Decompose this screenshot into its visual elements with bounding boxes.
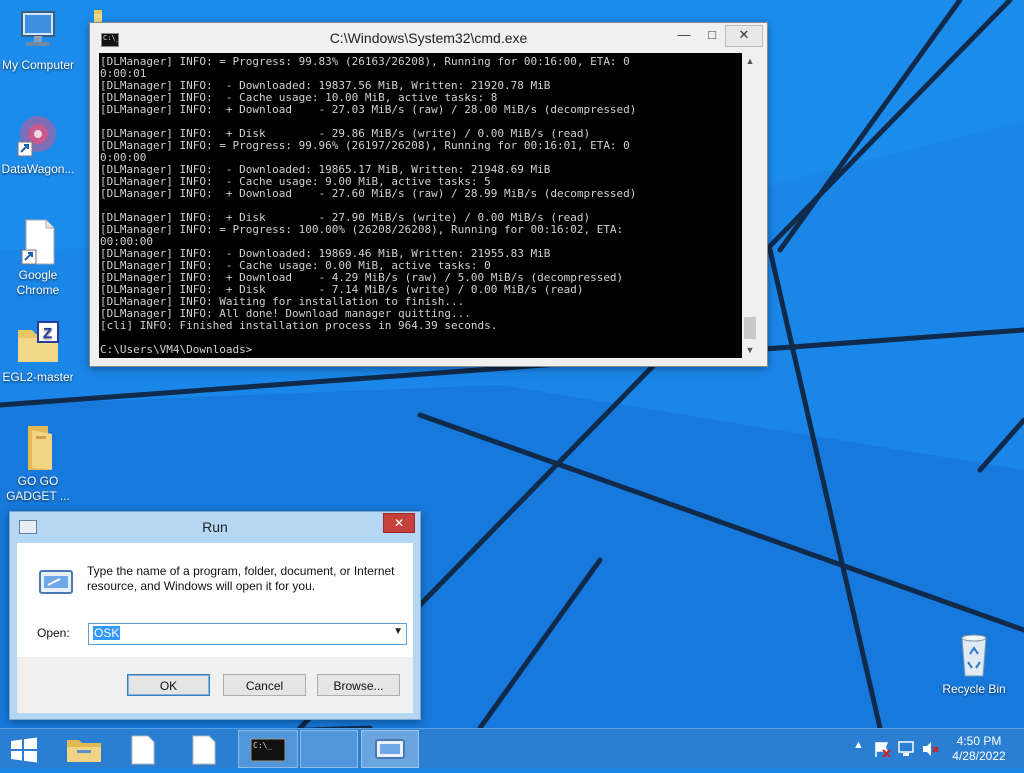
- cmd-title: C:\Windows\System32\cmd.exe: [329, 30, 528, 46]
- scroll-thumb[interactable]: [744, 317, 756, 339]
- cmd-window[interactable]: C:\_ C:\Windows\System32\cmd.exe — □ ✕ […: [89, 22, 768, 367]
- desktop-icon-go-go-gadget[interactable]: GO GO GADGET ...: [0, 424, 76, 504]
- scroll-down-icon[interactable]: ▼: [742, 342, 758, 358]
- windows-start-icon: [11, 737, 37, 763]
- svg-text:C:\_: C:\_: [253, 741, 272, 750]
- zip-folder-icon: Z: [14, 320, 62, 368]
- taskbar-cmd[interactable]: C:\_: [238, 730, 298, 768]
- document-icon: [131, 735, 155, 765]
- desktop: My Computer E DataWagon... Google Chrome: [0, 0, 1024, 728]
- maximize-button[interactable]: □: [699, 25, 725, 45]
- taskbar-blank-window[interactable]: [300, 730, 358, 768]
- run-app-icon: [39, 570, 73, 594]
- clock-time: 4:50 PM: [956, 734, 1002, 748]
- recycle-bin-icon: [950, 632, 998, 680]
- cancel-button[interactable]: Cancel: [223, 674, 306, 696]
- desktop-icon-egl2-master[interactable]: Z EGL2-master: [0, 320, 76, 385]
- console-line: [DLManager] INFO: = Progress: 99.96% (26…: [100, 139, 630, 152]
- desktop-icon-my-computer[interactable]: My Computer: [0, 8, 76, 73]
- cmd-titlebar[interactable]: C:\_ C:\Windows\System32\cmd.exe — □ ✕: [90, 23, 767, 53]
- console-line: [cli] INFO: Finished installation proces…: [100, 319, 498, 332]
- cmd-icon: C:\_: [250, 738, 286, 762]
- open-combobox[interactable]: OSK ▼: [88, 623, 407, 645]
- scroll-up-icon[interactable]: ▲: [742, 53, 758, 69]
- open-input-value[interactable]: OSK: [93, 626, 121, 640]
- clock-date: 4/28/2022: [952, 749, 1006, 763]
- console-line: [DLManager] INFO: = Progress: 100.00% (2…: [100, 223, 624, 236]
- console-line: [DLManager] INFO: + Download - 27.60 MiB…: [100, 187, 637, 200]
- taskbar-file-explorer[interactable]: [55, 730, 113, 768]
- console-output[interactable]: [DLManager] INFO: = Progress: 99.83% (26…: [99, 53, 742, 358]
- app-shortcut-icon: [14, 112, 62, 160]
- run-close-button[interactable]: ✕: [383, 513, 415, 533]
- tray-show-hidden-icon[interactable]: ▲: [853, 739, 864, 751]
- svg-text:Z: Z: [43, 325, 52, 342]
- run-footer: OK Cancel Browse...: [17, 657, 413, 713]
- run-body: Type the name of a program, folder, docu…: [17, 543, 413, 657]
- desktop-icon-google-chrome[interactable]: Google Chrome: [0, 218, 76, 298]
- network-icon[interactable]: [897, 739, 917, 759]
- taskbar-run[interactable]: [361, 730, 419, 768]
- console-text: [DLManager] INFO: = Progress: 99.83% (26…: [99, 53, 742, 356]
- desktop-icon-recycle-bin[interactable]: Recycle Bin: [936, 632, 1012, 697]
- blank-window-icon: [301, 731, 357, 767]
- taskbar-document-1[interactable]: [114, 730, 172, 768]
- console-line: C:\Users\VM4\Downloads>: [100, 343, 253, 356]
- computer-icon: [14, 8, 62, 56]
- run-description: Type the name of a program, folder, docu…: [87, 564, 395, 593]
- run-dialog[interactable]: Run ✕ Type the name of a program, folder…: [9, 511, 421, 720]
- ok-button[interactable]: OK: [127, 674, 210, 696]
- browse-button[interactable]: Browse...: [317, 674, 400, 696]
- console-line: [DLManager] INFO: + Download - 27.03 MiB…: [100, 103, 637, 116]
- taskbar-clock[interactable]: 4:50 PM 4/28/2022: [944, 734, 1014, 764]
- start-button[interactable]: [0, 730, 48, 768]
- document-icon: [192, 735, 216, 765]
- file-shortcut-icon: [14, 218, 62, 266]
- file-explorer-icon: [67, 740, 101, 762]
- desktop-icon-datawagon[interactable]: DataWagon...: [0, 112, 76, 177]
- run-dialog-icon: [375, 739, 405, 759]
- action-center-flag-icon[interactable]: [872, 739, 892, 759]
- run-titlebar[interactable]: Run ✕: [10, 512, 420, 540]
- taskbar: C:\_ ▲ 4:50 PM 4/28/2022: [0, 728, 1024, 769]
- volume-muted-icon[interactable]: [921, 739, 941, 759]
- chevron-down-icon[interactable]: ▼: [393, 626, 403, 637]
- taskbar-document-2[interactable]: [175, 730, 233, 768]
- close-button[interactable]: ✕: [725, 25, 763, 47]
- console-scrollbar[interactable]: ▲ ▼: [742, 53, 758, 358]
- folder-icon: [14, 424, 62, 472]
- open-label: Open:: [37, 626, 70, 640]
- console-line: [DLManager] INFO: = Progress: 99.83% (26…: [100, 55, 630, 68]
- minimize-button[interactable]: —: [669, 25, 699, 45]
- run-title: Run: [202, 519, 228, 535]
